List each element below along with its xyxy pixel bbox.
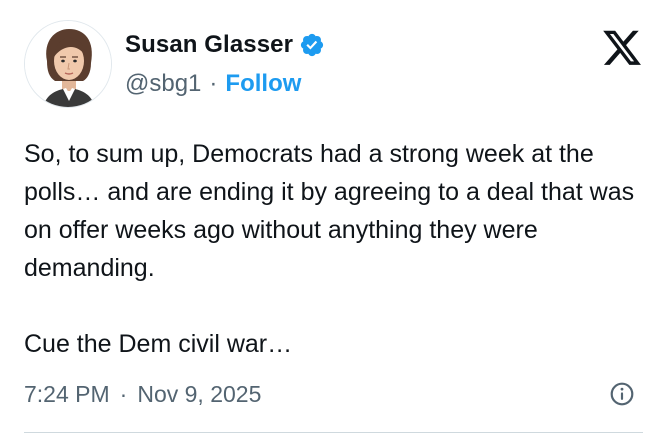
- tweet-paragraph-1: So, to sum up, Democrats had a strong we…: [24, 140, 635, 282]
- divider: [24, 432, 643, 433]
- info-icon[interactable]: [609, 381, 635, 407]
- author-name-row: Susan Glasser: [125, 28, 325, 62]
- handle-separator: ·: [209, 70, 218, 97]
- x-logo-icon[interactable]: [601, 26, 643, 66]
- tweet-paragraph-2: Cue the Dem civil war…: [24, 330, 293, 358]
- verified-badge-icon: [299, 32, 325, 58]
- timestamp-separator: ·: [119, 380, 128, 407]
- tweet-date: Nov 9, 2025: [137, 380, 262, 407]
- tweet-card: Susan Glasser @sbg1 · Follow So, to sum …: [0, 0, 671, 439]
- author-handle-row: @sbg1 · Follow: [125, 68, 301, 100]
- avatar[interactable]: [24, 20, 112, 108]
- author-display-name[interactable]: Susan Glasser: [125, 31, 293, 59]
- tweet-time: 7:24 PM: [24, 380, 110, 407]
- avatar-illustration: [25, 21, 111, 107]
- tweet-timestamp[interactable]: 7:24 PM · Nov 9, 2025: [24, 377, 261, 411]
- author-handle[interactable]: @sbg1: [125, 70, 201, 98]
- follow-button[interactable]: Follow: [225, 70, 301, 98]
- tweet-text: So, to sum up, Democrats had a strong we…: [24, 135, 654, 363]
